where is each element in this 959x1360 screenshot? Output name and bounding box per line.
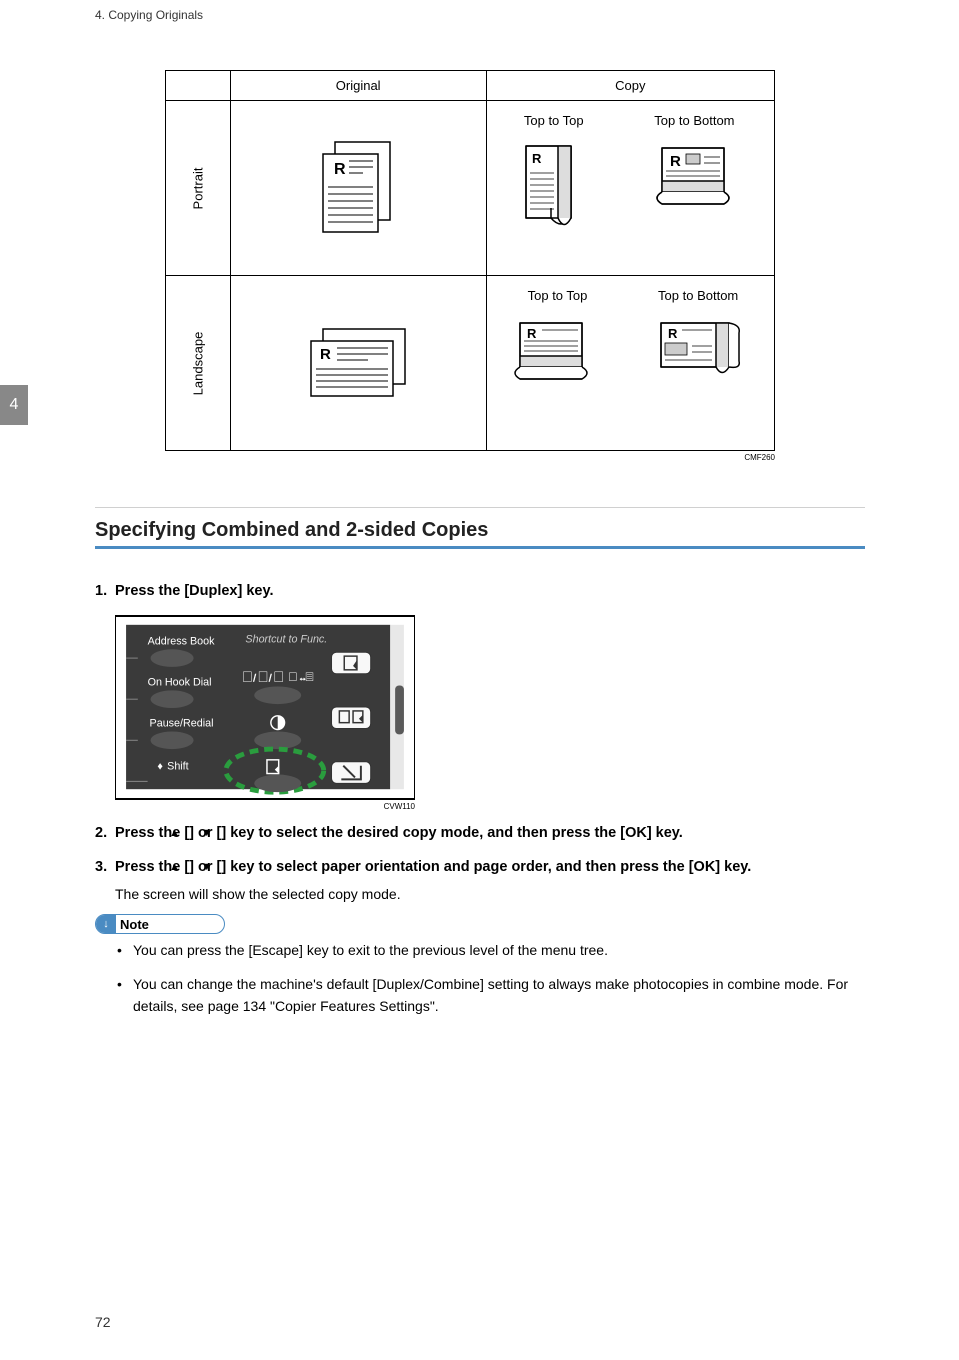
portrait-original-diagram: R — [303, 127, 413, 247]
top-to-bottom-label-2: Top to Bottom — [658, 288, 738, 303]
landscape-original-diagram: R — [293, 317, 423, 407]
section-heading: Specifying Combined and 2-sided Copies — [95, 507, 865, 542]
landscape-top-bottom-diagram: R — [646, 313, 751, 388]
shortcut-label: Shortcut to Func. — [245, 633, 327, 645]
landscape-label: Landscape — [190, 331, 205, 395]
top-to-top-label: Top to Top — [524, 113, 584, 128]
portrait-top-bottom-diagram: R — [644, 138, 744, 218]
top-to-top-label-2: Top to Top — [528, 288, 588, 303]
landscape-original-cell: R — [230, 276, 486, 451]
svg-text:/: / — [253, 673, 256, 684]
svg-text:R: R — [532, 151, 542, 166]
landscape-copy-cell: Top to Top — [486, 276, 774, 451]
blank-header — [166, 71, 231, 101]
step-3: 3.Press the [▲] or [▼] key to select pap… — [95, 857, 865, 879]
svg-text:♦: ♦ — [157, 760, 163, 772]
portrait-label: Portrait — [190, 156, 205, 220]
panel-figure-code: CVW110 — [115, 802, 415, 811]
svg-text:R: R — [527, 326, 537, 341]
control-panel-figure: Address Book On Hook Dial Pause/Redial ♦… — [115, 615, 865, 811]
note-bullet-1: • You can press the [Escape] key to exit… — [117, 940, 865, 962]
portrait-top-top-diagram: R — [516, 138, 591, 233]
landscape-top-top-diagram: R — [510, 313, 605, 388]
note-bullet-2: • You can change the machine's default [… — [117, 974, 865, 1017]
svg-text:↔: ↔ — [298, 672, 307, 682]
svg-text:R: R — [334, 161, 346, 178]
original-header: Original — [230, 71, 486, 101]
top-to-bottom-label: Top to Bottom — [654, 113, 734, 128]
shift-label: Shift — [167, 760, 189, 772]
side-tab: 4 — [0, 385, 28, 425]
portrait-original-cell: R — [230, 101, 486, 276]
svg-text:/: / — [269, 673, 272, 684]
address-book-label: Address Book — [148, 635, 216, 647]
pause-label: Pause/Redial — [150, 717, 214, 729]
on-hook-label: On Hook Dial — [148, 676, 212, 688]
svg-text:R: R — [320, 346, 331, 363]
table-figure-code: CMF260 — [165, 453, 775, 462]
step-1: 1.Press the [Duplex] key. — [95, 581, 865, 603]
step-3-body: The screen will show the selected copy m… — [115, 886, 865, 902]
page-number: 72 — [95, 1314, 111, 1330]
note-badge: ↓ Note — [95, 914, 225, 934]
landscape-label-cell: Landscape — [166, 276, 231, 451]
note-icon: ↓ — [96, 914, 116, 934]
orientation-table: Original Copy Portrait R — [165, 70, 775, 451]
svg-text:R: R — [668, 326, 678, 341]
note-section: ↓ Note • You can press the [Escape] key … — [95, 914, 865, 1017]
copy-header: Copy — [486, 71, 774, 101]
portrait-label-cell: Portrait — [166, 101, 231, 276]
portrait-copy-cell: Top to Top — [486, 101, 774, 276]
svg-text:R: R — [670, 153, 681, 170]
chapter-header: 4. Copying Originals — [95, 8, 203, 22]
step-2: 2.Press the [▲] or [▼] key to select the… — [95, 823, 865, 845]
